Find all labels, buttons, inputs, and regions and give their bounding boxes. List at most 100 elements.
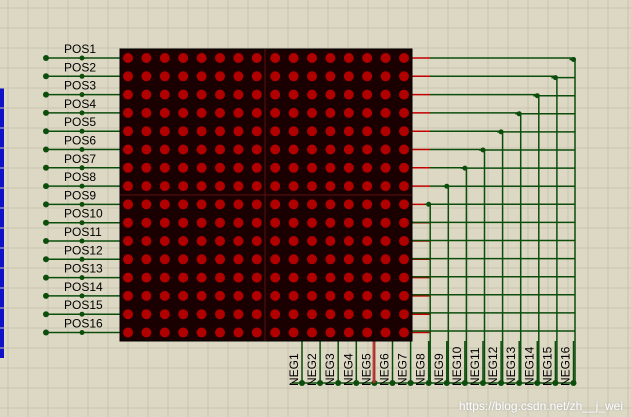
led-dot — [123, 71, 133, 82]
led-dot — [141, 272, 152, 283]
led-dot — [141, 199, 152, 210]
led-matrix[interactable] — [119, 48, 413, 342]
led-dot — [196, 290, 207, 301]
led-dot — [159, 181, 170, 192]
led-dot — [325, 327, 336, 338]
led-dot — [399, 199, 409, 210]
pos-label: POS15 — [64, 298, 103, 312]
led-dot — [288, 71, 299, 82]
led-dot — [233, 144, 244, 155]
neg-junction — [444, 183, 450, 189]
neg-junction — [571, 57, 576, 62]
led-dot — [380, 254, 391, 265]
led-dot — [196, 126, 207, 137]
neg-junction — [552, 75, 558, 81]
led-dot — [325, 53, 336, 63]
led-dot — [196, 327, 207, 338]
led-dot — [123, 144, 133, 155]
led-dot — [178, 327, 189, 338]
led-dot — [233, 126, 244, 137]
led-matrix-schematic[interactable]: POS1 POS2 POS3 POS4 POS5 POS6 POS7 POS8 POS9 POS1… — [0, 0, 631, 417]
led-dot — [325, 107, 336, 118]
led-dot — [362, 53, 373, 63]
led-dot — [399, 71, 409, 82]
led-dot — [362, 107, 373, 118]
pos-label: POS1 — [64, 42, 96, 56]
led-dot — [178, 53, 189, 63]
pos-label: POS13 — [64, 262, 103, 276]
led-dot — [215, 236, 225, 246]
led-dot — [362, 181, 373, 192]
led-dot — [307, 199, 317, 210]
led-dot — [123, 309, 133, 320]
led-dot — [251, 126, 262, 137]
led-dot — [399, 181, 409, 192]
led-dot — [362, 272, 373, 283]
led-dot — [307, 71, 317, 82]
led-dot — [380, 53, 391, 63]
watermark: https://blog.csdn.net/zh__j_wei — [458, 399, 623, 413]
led-dot — [141, 89, 152, 100]
led-dot — [307, 272, 317, 283]
led-dot — [399, 217, 409, 228]
led-dot — [159, 89, 170, 100]
pos-label: POS2 — [64, 60, 96, 74]
led-dot — [399, 53, 409, 63]
led-dot — [141, 144, 152, 155]
pos-label: POS3 — [64, 79, 96, 93]
led-dot — [380, 272, 391, 283]
led-dot — [325, 272, 336, 283]
led-dot — [251, 53, 262, 63]
led-dot — [362, 89, 373, 100]
led-dot — [215, 144, 225, 155]
led-dot — [288, 254, 299, 265]
led-dot — [325, 309, 336, 320]
led-dot — [141, 181, 152, 192]
led-dot — [270, 217, 281, 228]
led-dot — [196, 144, 207, 155]
led-dot — [251, 162, 262, 173]
led-dot — [233, 309, 244, 320]
led-dot — [159, 217, 170, 228]
led-dot — [307, 217, 317, 228]
pos-terminal — [43, 183, 49, 190]
led-dot — [178, 309, 189, 320]
led-dot — [362, 309, 373, 320]
led-dot — [325, 236, 336, 246]
led-dot — [307, 53, 317, 63]
led-dot — [270, 107, 281, 118]
led-dot — [307, 181, 317, 192]
led-dot — [215, 107, 225, 118]
neg-label: NEG12 — [486, 346, 500, 386]
led-dot — [196, 309, 207, 320]
pos-terminal — [43, 311, 49, 318]
led-dot — [159, 107, 170, 118]
led-dot — [251, 107, 262, 118]
led-dot — [159, 144, 170, 155]
led-dot — [325, 254, 336, 265]
led-dot — [141, 254, 152, 265]
neg-label: NEG3 — [323, 353, 337, 386]
pos-terminal — [43, 55, 49, 61]
led-dot — [178, 290, 189, 301]
led-dot — [196, 217, 207, 228]
led-dot — [123, 290, 133, 301]
neg-label: NEG11 — [468, 347, 482, 386]
led-dot — [178, 199, 189, 210]
led-dot — [196, 107, 207, 118]
led-dot — [159, 53, 170, 63]
led-dot — [399, 254, 409, 265]
led-dot — [141, 327, 152, 338]
led-dot — [178, 126, 189, 137]
neg-junction — [426, 201, 432, 207]
led-dot — [307, 126, 317, 137]
pos-terminal — [43, 238, 49, 244]
led-dot — [123, 272, 133, 283]
led-dot — [380, 290, 391, 301]
led-dot — [159, 309, 170, 320]
led-dot — [325, 217, 336, 228]
led-dot — [270, 309, 281, 320]
led-dot — [325, 181, 336, 192]
led-dot — [343, 199, 354, 210]
led-dot — [288, 290, 299, 301]
